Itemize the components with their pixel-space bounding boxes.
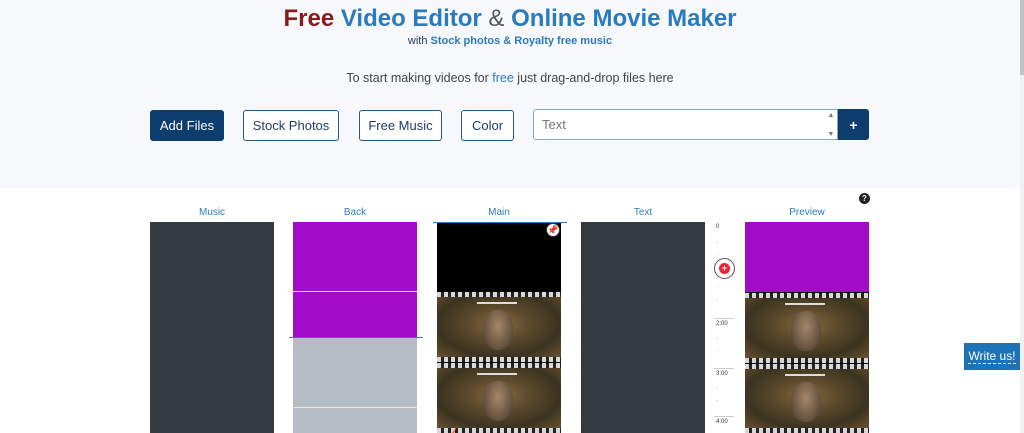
ruler-line xyxy=(714,368,734,369)
audio-waveform xyxy=(449,222,457,433)
ruler-label-3: 4:00 xyxy=(716,419,728,425)
drop-hint: To start making videos for free just dra… xyxy=(0,70,1020,86)
main-track[interactable] xyxy=(437,222,561,433)
ruler-line xyxy=(714,416,734,417)
pin-icon[interactable]: 📌 xyxy=(546,223,560,237)
column-label-main: Main xyxy=(488,207,510,218)
subtitle-links[interactable]: Stock photos & Royalty free music xyxy=(431,35,613,47)
ruler-tick: - xyxy=(716,398,718,404)
ruler-tick: - xyxy=(716,298,718,304)
ruler-tick: - xyxy=(716,240,718,246)
text-input-box[interactable]: ▲ ▼ xyxy=(533,109,838,140)
spin-up-icon[interactable]: ▲ xyxy=(828,112,835,119)
write-us-label: Write us! xyxy=(968,348,1016,364)
video-caption xyxy=(477,373,517,375)
title-free: Free xyxy=(283,5,335,32)
text-spinner[interactable]: ▲ ▼ xyxy=(826,112,836,138)
spin-down-icon[interactable]: ▼ xyxy=(828,131,835,138)
time-ruler[interactable]: 0 - - - - 2:00 - - 3:00 - - 4:00 xyxy=(714,222,734,433)
video-subject xyxy=(483,310,513,350)
back-clip-grey-2[interactable] xyxy=(293,408,417,433)
video-subject xyxy=(791,311,821,351)
video-subject xyxy=(483,381,513,421)
help-icon[interactable]: ? xyxy=(859,193,870,204)
write-us-button[interactable]: Write us! xyxy=(964,343,1020,370)
column-label-preview: Preview xyxy=(789,207,825,218)
film-strip xyxy=(745,358,869,363)
video-caption xyxy=(785,374,825,376)
ruler-line xyxy=(714,318,734,319)
page-title: Free Video Editor & Online Movie Maker xyxy=(0,5,1020,33)
hint-free-link[interactable]: free xyxy=(492,71,514,85)
text-track[interactable] xyxy=(581,222,705,433)
film-strip xyxy=(745,428,869,433)
back-track[interactable] xyxy=(293,222,417,433)
stock-photos-button[interactable]: Stock Photos xyxy=(243,110,339,141)
color-button[interactable]: Color xyxy=(461,110,514,141)
main-drop-line xyxy=(433,222,567,223)
page-subtitle: with Stock photos & Royalty free music xyxy=(0,34,1020,48)
hint-prefix: To start making videos for xyxy=(346,71,489,85)
music-track[interactable] xyxy=(150,222,274,433)
ruler-tick: - xyxy=(716,284,718,290)
ruler-tick: - xyxy=(716,336,718,342)
preview-track[interactable] xyxy=(745,222,869,433)
preview-clip-purple xyxy=(745,222,869,292)
ruler-tick: - xyxy=(716,252,718,258)
back-clip-purple-2[interactable] xyxy=(293,292,417,337)
preview-video-frame-1 xyxy=(745,293,869,363)
video-caption xyxy=(785,303,825,305)
title-online-movie-maker: Online Movie Maker xyxy=(511,5,737,32)
zoom-plus-glyph: + xyxy=(719,263,730,274)
hint-suffix: just drag-and-drop files here xyxy=(517,71,674,85)
add-text-button[interactable]: + xyxy=(838,109,869,140)
text-input[interactable] xyxy=(534,110,819,139)
back-clip-grey-1[interactable] xyxy=(293,337,417,407)
ruler-label-2: 3:00 xyxy=(716,371,728,377)
back-clip-purple-1[interactable] xyxy=(293,222,417,291)
subtitle-prefix: with xyxy=(407,35,428,47)
video-subject xyxy=(791,382,821,422)
title-video-editor: Video Editor xyxy=(340,5,482,32)
ruler-tick: - xyxy=(716,386,718,392)
column-label-back: Back xyxy=(343,207,367,218)
ruler-label-0: 0 xyxy=(716,224,720,230)
column-label-music: Music xyxy=(198,207,226,218)
zoom-in-icon[interactable]: + xyxy=(714,258,735,279)
ruler-tick: - xyxy=(716,348,718,354)
column-label-text: Text xyxy=(633,207,653,218)
ruler-label-1: 2:00 xyxy=(716,321,728,327)
title-ampersand: & xyxy=(488,5,505,32)
page-scrollbar[interactable] xyxy=(1020,0,1024,433)
preview-video-frame-2 xyxy=(745,364,869,433)
scrollbar-thumb[interactable] xyxy=(1020,0,1024,75)
add-files-button[interactable]: Add Files xyxy=(150,110,224,141)
free-music-button[interactable]: Free Music xyxy=(359,110,442,141)
back-drop-line xyxy=(289,337,423,338)
video-caption xyxy=(477,302,517,304)
